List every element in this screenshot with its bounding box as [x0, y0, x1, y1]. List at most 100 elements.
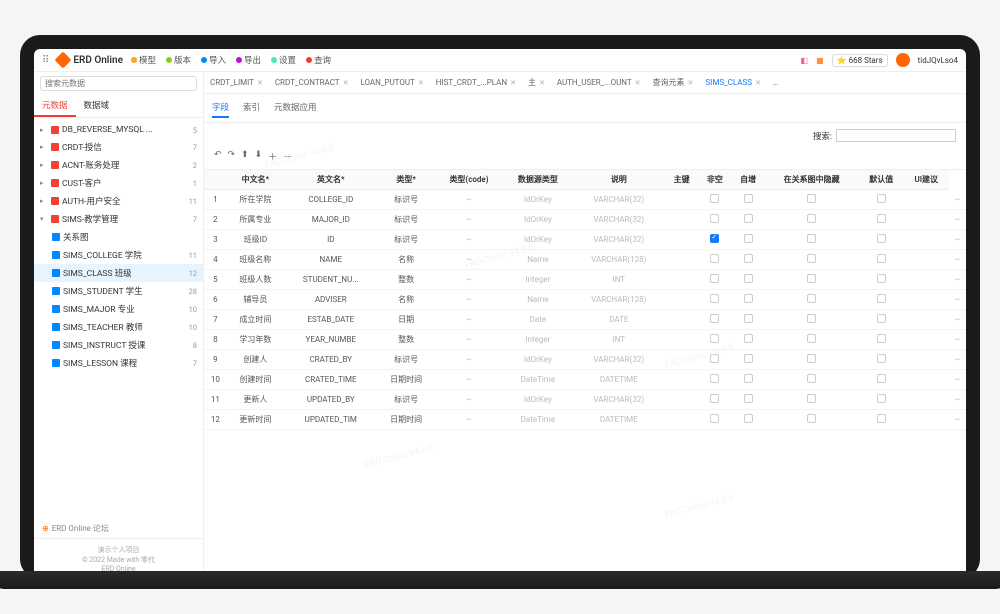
search-input[interactable]	[40, 76, 197, 91]
tree-leaf[interactable]: SIMS_TEACHER 教师10	[34, 318, 203, 336]
checkbox[interactable]	[744, 314, 753, 323]
column-header[interactable]: 类型*	[377, 170, 434, 190]
tree-leaf[interactable]: SIMS_INSTRUCT 授课8	[34, 336, 203, 354]
column-header[interactable]: 非空	[698, 170, 731, 190]
table-row[interactable]: 8学习年数YEAR_NUMBE整数 ~IntegerINT ~	[204, 330, 966, 350]
checkbox[interactable]	[710, 354, 719, 363]
menu-item[interactable]: 版本	[166, 54, 191, 66]
checkbox[interactable]	[744, 334, 753, 343]
table-row[interactable]: 9创建人CRATED_BY标识号 ~IdOrKeyVARCHAR(32) ~	[204, 350, 966, 370]
checkbox[interactable]	[877, 374, 886, 383]
checkbox[interactable]	[877, 254, 886, 263]
close-icon[interactable]: ✕	[418, 79, 424, 87]
column-header[interactable]: 说明	[573, 170, 665, 190]
redo-icon[interactable]: ↷	[228, 150, 236, 163]
table-row[interactable]: 4班级名称NAME名称 ~NameVARCHAR(128) ~	[204, 250, 966, 270]
checkbox[interactable]	[877, 354, 886, 363]
menu-item[interactable]: 模型	[131, 54, 156, 66]
checkbox[interactable]	[744, 194, 753, 203]
checkbox[interactable]	[807, 254, 816, 263]
checkbox[interactable]	[877, 314, 886, 323]
checkbox[interactable]	[744, 354, 753, 363]
checkbox[interactable]	[710, 294, 719, 303]
checkbox[interactable]	[710, 214, 719, 223]
tree-leaf[interactable]: 关系图	[34, 228, 203, 246]
tree-node[interactable]: ▾SIMS-教学管理7	[34, 210, 203, 228]
checkbox[interactable]	[807, 354, 816, 363]
tab[interactable]: CRDT_LIMIT ✕	[204, 73, 269, 92]
tree-leaf[interactable]: SIMS_CLASS 班级12	[34, 264, 203, 282]
tab[interactable]: 主 ✕	[522, 72, 551, 93]
checkbox[interactable]	[744, 254, 753, 263]
checkbox[interactable]	[710, 254, 719, 263]
checkbox[interactable]	[807, 314, 816, 323]
tab[interactable]: HIST_CRDT_...PLAN ✕	[430, 73, 522, 92]
checkbox[interactable]	[877, 194, 886, 203]
checkbox[interactable]	[744, 394, 753, 403]
checkbox[interactable]	[710, 334, 719, 343]
column-header[interactable]: 默认值	[859, 170, 904, 190]
menu-item[interactable]: 导出	[236, 54, 261, 66]
tree-node[interactable]: ▸CUST-客户1	[34, 174, 203, 192]
checkbox[interactable]	[877, 294, 886, 303]
checkbox[interactable]	[807, 414, 816, 423]
checkbox[interactable]	[877, 334, 886, 343]
tree-leaf[interactable]: SIMS_MAJOR 专业10	[34, 300, 203, 318]
tab[interactable]: LOAN_PUTOUT ✕	[354, 73, 429, 92]
table-row[interactable]: 5班级人数STUDENT_NU...整数 ~IntegerINT ~	[204, 270, 966, 290]
sidebar-tab[interactable]: 数据域	[76, 95, 118, 117]
column-header[interactable]: 中文名*	[227, 170, 284, 190]
github-stars[interactable]: ⭐ 668 Stars	[832, 54, 888, 67]
close-icon[interactable]: ✕	[539, 79, 545, 87]
checkbox[interactable]	[877, 274, 886, 283]
delete-icon[interactable]: －	[283, 150, 292, 163]
grid-icon[interactable]: ⠿	[42, 55, 49, 66]
column-header[interactable]: UI建议	[904, 170, 949, 190]
sub-tab[interactable]: 元数据应用	[274, 98, 317, 118]
checkbox[interactable]	[877, 214, 886, 223]
checkbox[interactable]	[710, 274, 719, 283]
checkbox[interactable]	[710, 194, 719, 203]
close-icon[interactable]: ✕	[688, 79, 694, 87]
checkbox[interactable]	[710, 394, 719, 403]
table-row[interactable]: 11更新人UPDATED_BY标识号 ~IdOrKeyVARCHAR(32) ~	[204, 390, 966, 410]
tab[interactable]: SIMS_CLASS ✕	[699, 73, 766, 92]
tree-node[interactable]: ▸AUTH-用户安全11	[34, 192, 203, 210]
table-row[interactable]: 2所属专业MAJOR_ID标识号 ~IdOrKeyVARCHAR(32) ~	[204, 210, 966, 230]
table-row[interactable]: 12更新时间UPDATED_TIM日期时间 ~DateTimeDATETIME …	[204, 410, 966, 430]
sub-tab[interactable]: 索引	[243, 98, 260, 118]
menu-item[interactable]: 导入	[201, 54, 226, 66]
column-header[interactable]: 在关系图中隐藏	[765, 170, 859, 190]
checkbox[interactable]	[807, 294, 816, 303]
checkbox[interactable]	[877, 394, 886, 403]
column-header[interactable]: 类型(code)	[435, 170, 503, 190]
tree-leaf[interactable]: SIMS_STUDENT 学生28	[34, 282, 203, 300]
palette-icon[interactable]: ◧	[801, 56, 809, 65]
tab[interactable]: 查询元素 ✕	[647, 72, 700, 93]
tree-node[interactable]: ▸DB_REVERSE_MYSQL ...5	[34, 122, 203, 138]
table-row[interactable]: 1所在学院COLLEGE_ID标识号 ~IdOrKeyVARCHAR(32) ~	[204, 190, 966, 210]
column-header[interactable]: 主键	[665, 170, 698, 190]
grid-icon-2[interactable]: ▦	[816, 56, 824, 65]
column-header[interactable]: 自增	[732, 170, 765, 190]
checkbox[interactable]	[744, 274, 753, 283]
table-row[interactable]: 3班级IDID标识号 ~IdOrKeyVARCHAR(32) ~	[204, 230, 966, 250]
tab[interactable]: CRDT_CONTRACT ✕	[269, 73, 355, 92]
close-icon[interactable]: ✕	[635, 79, 641, 87]
table-search-input[interactable]	[836, 129, 956, 142]
move-down-icon[interactable]: ⬇	[255, 150, 263, 163]
checkbox[interactable]	[807, 234, 816, 243]
tab[interactable]: AUTH_USER_...OUNT ✕	[551, 73, 647, 92]
checkbox[interactable]	[744, 214, 753, 223]
username[interactable]: tidJQvLso4	[918, 56, 958, 65]
checkbox[interactable]	[807, 194, 816, 203]
menu-item[interactable]: 查询	[306, 54, 331, 66]
sidebar-tab[interactable]: 元数据	[34, 95, 76, 117]
undo-icon[interactable]: ↶	[214, 150, 222, 163]
close-icon[interactable]: ✕	[755, 79, 761, 87]
column-header[interactable]	[204, 170, 227, 190]
menu-item[interactable]: 设置	[271, 54, 296, 66]
checkbox[interactable]	[807, 374, 816, 383]
tree-node[interactable]: ▸ACNT-账务处理2	[34, 156, 203, 174]
forum-link[interactable]: ⊕ERD Online 论坛	[34, 519, 203, 538]
